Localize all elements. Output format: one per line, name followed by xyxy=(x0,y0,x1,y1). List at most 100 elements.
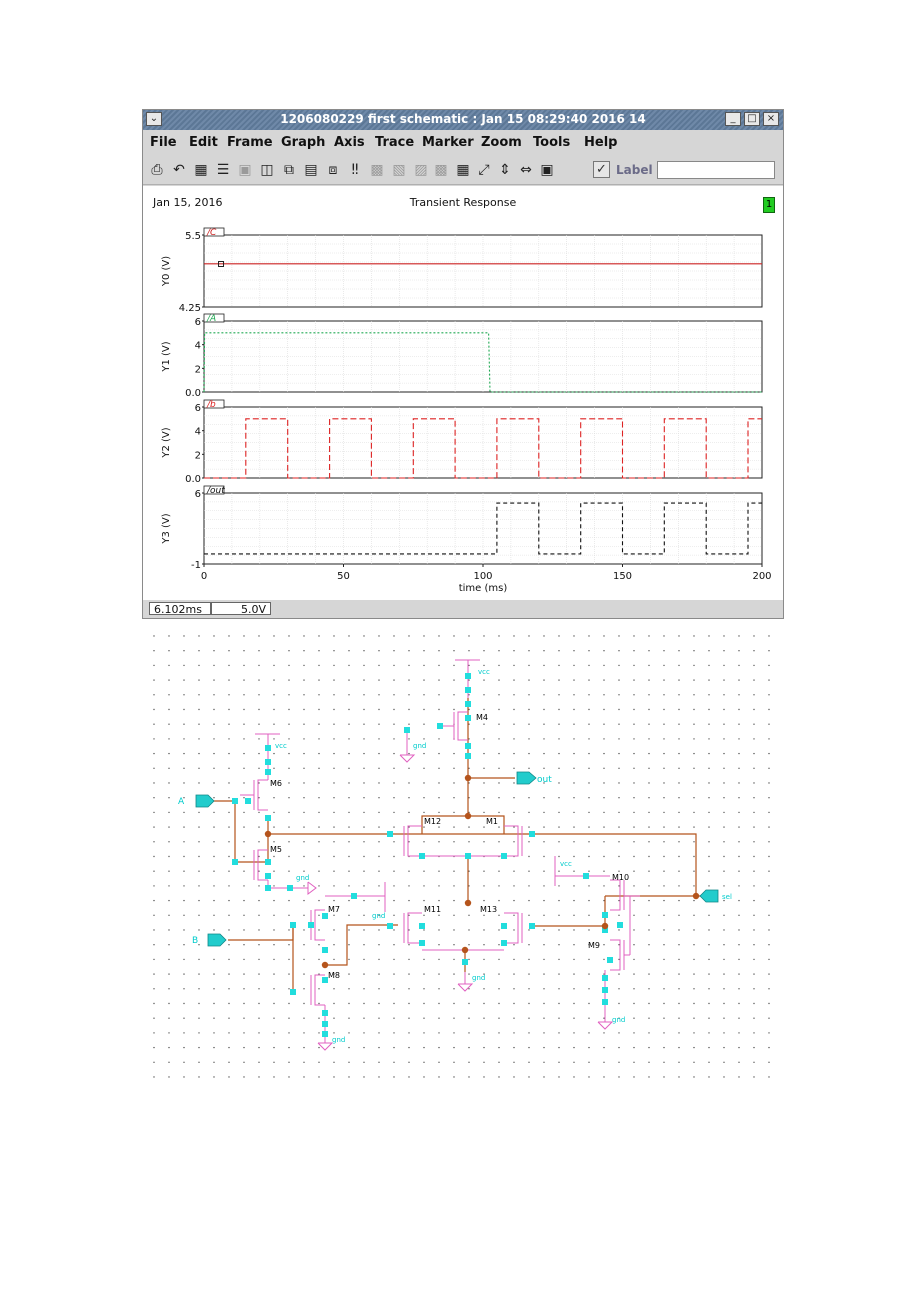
waveform-plot[interactable]: /C 5.5 4.25 Y0 (V) /A 6 4 2 0.0 Y1 (V) /b 6 4 2 0.0 Y2 … xyxy=(143,186,783,600)
grid-dot xyxy=(618,1046,620,1049)
overlay-icon[interactable]: ⧈ xyxy=(325,162,341,178)
plot-area[interactable]: /C 5.5 4.25 Y0 (V) /A 6 4 2 0.0 Y1 (V) /b 6 4 2 0.0 Y2 … xyxy=(143,186,783,600)
list-icon[interactable]: ☰ xyxy=(215,162,231,178)
delta-icon[interactable]: ▩ xyxy=(369,162,385,178)
grid-dot xyxy=(423,1002,425,1005)
menu-graph[interactable]: Graph xyxy=(281,135,325,150)
hatch-icon[interactable]: ▧ xyxy=(391,162,407,178)
pin[interactable] xyxy=(465,853,471,859)
grid-dot xyxy=(258,826,260,828)
pin[interactable] xyxy=(287,885,293,891)
pin[interactable] xyxy=(387,923,393,929)
pin[interactable] xyxy=(419,853,425,859)
zoom-fit-icon[interactable]: ⤢ xyxy=(476,162,492,178)
pin[interactable] xyxy=(501,853,507,859)
hatch3-icon[interactable]: ▩ xyxy=(433,162,449,178)
pin[interactable] xyxy=(387,831,393,837)
page-badge[interactable]: 1 xyxy=(763,197,775,213)
pin[interactable] xyxy=(465,743,471,749)
pin[interactable] xyxy=(322,1010,328,1016)
label-checkbox[interactable]: ✓ xyxy=(593,161,610,178)
pin[interactable] xyxy=(583,873,589,879)
sel-port[interactable] xyxy=(699,889,719,903)
menu-tools[interactable]: Tools xyxy=(533,135,570,150)
pin[interactable] xyxy=(419,940,425,946)
grid-dot xyxy=(588,1076,590,1078)
zoom-box-icon[interactable]: ▣ xyxy=(539,162,555,178)
pin[interactable] xyxy=(602,999,608,1005)
copy-graph-icon[interactable]: ⧉ xyxy=(281,162,297,178)
pin[interactable] xyxy=(308,922,314,928)
grid-dot xyxy=(708,752,710,755)
pin[interactable] xyxy=(419,923,425,929)
undo-icon[interactable]: ↶ xyxy=(171,162,187,178)
minimize-button[interactable]: _ xyxy=(725,112,741,126)
pin[interactable] xyxy=(465,715,471,721)
menu-frame[interactable]: Frame xyxy=(227,135,273,150)
frame-icon[interactable]: ▣ xyxy=(237,162,253,178)
pin[interactable] xyxy=(265,859,271,865)
pin[interactable] xyxy=(322,1031,328,1037)
grid-dot xyxy=(483,1017,485,1019)
pin[interactable] xyxy=(607,957,613,963)
pin[interactable] xyxy=(265,769,271,775)
pin[interactable] xyxy=(465,753,471,759)
label-input[interactable] xyxy=(657,161,775,179)
pin[interactable] xyxy=(501,923,507,929)
zoom-y-icon[interactable]: ⇔ xyxy=(518,162,534,178)
pin[interactable] xyxy=(322,947,328,953)
out-port[interactable] xyxy=(516,771,537,785)
grid-dot xyxy=(303,635,305,637)
pin[interactable] xyxy=(322,1021,328,1027)
pin[interactable] xyxy=(245,798,251,804)
menu-file[interactable]: File xyxy=(150,135,177,150)
cursor-icon[interactable]: ‼ xyxy=(347,162,363,178)
pin[interactable] xyxy=(602,975,608,981)
pin[interactable] xyxy=(265,759,271,765)
b-port[interactable] xyxy=(207,933,227,947)
pin[interactable] xyxy=(437,723,443,729)
stack-icon[interactable]: ▤ xyxy=(303,162,319,178)
grid-dot xyxy=(168,723,170,725)
pin[interactable] xyxy=(602,912,608,918)
calculator-icon[interactable]: ▦ xyxy=(455,162,471,178)
pin[interactable] xyxy=(465,673,471,679)
pin[interactable] xyxy=(265,815,271,821)
zoom-x-icon[interactable]: ⇕ xyxy=(497,162,513,178)
menu-zoom[interactable]: Zoom xyxy=(481,135,522,150)
pin[interactable] xyxy=(265,873,271,879)
pin[interactable] xyxy=(529,831,535,837)
pin[interactable] xyxy=(265,885,271,891)
pin[interactable] xyxy=(351,893,357,899)
pin[interactable] xyxy=(265,745,271,751)
grid-dot xyxy=(153,929,155,931)
pin[interactable] xyxy=(501,940,507,946)
menu-help[interactable]: Help xyxy=(584,135,617,150)
grid-dot xyxy=(558,826,560,828)
print-icon[interactable]: ⎙ xyxy=(149,162,165,178)
pin[interactable] xyxy=(232,859,238,865)
menu-marker[interactable]: Marker xyxy=(422,135,474,150)
pin[interactable] xyxy=(465,687,471,693)
pin[interactable] xyxy=(602,987,608,993)
schematic-canvas[interactable]: vcc vcc vcc gnd gnd gnd gnd gnd gnd out … xyxy=(140,630,780,1090)
maximize-button[interactable]: □ xyxy=(744,112,760,126)
pin[interactable] xyxy=(404,727,410,733)
title-bar[interactable]: ⌄ 1206080229 first schematic : Jan 15 08… xyxy=(143,110,783,130)
pin[interactable] xyxy=(465,701,471,707)
pin[interactable] xyxy=(529,923,535,929)
pin[interactable] xyxy=(462,959,468,965)
pin[interactable] xyxy=(290,922,296,928)
a-port[interactable] xyxy=(195,794,215,808)
menu-trace[interactable]: Trace xyxy=(375,135,414,150)
split-graph-icon[interactable]: ◫ xyxy=(259,162,275,178)
pin[interactable] xyxy=(232,798,238,804)
pin[interactable] xyxy=(617,922,623,928)
hatch2-icon[interactable]: ▨ xyxy=(413,162,429,178)
grid-icon[interactable]: ▦ xyxy=(193,162,209,178)
close-button[interactable]: × xyxy=(763,112,779,126)
menu-edit[interactable]: Edit xyxy=(189,135,218,150)
grid-dot xyxy=(408,944,410,946)
pin[interactable] xyxy=(290,989,296,995)
menu-axis[interactable]: Axis xyxy=(334,135,365,150)
